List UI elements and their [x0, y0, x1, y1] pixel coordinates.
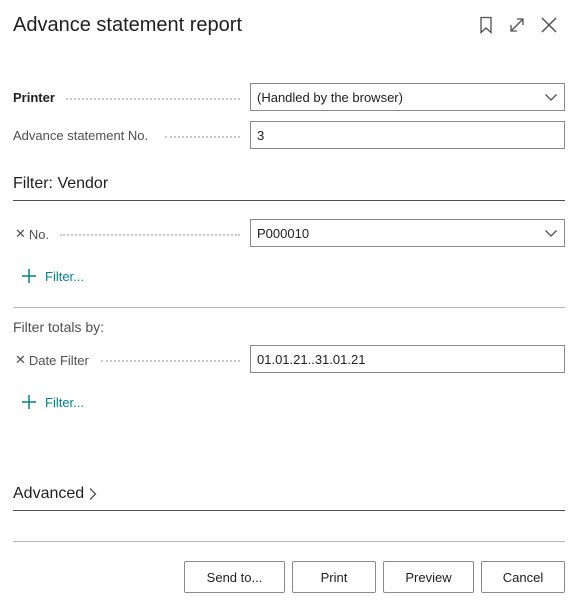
- totals-divider: [13, 307, 565, 308]
- totals-add-filter-label: Filter...: [45, 394, 85, 410]
- vendor-no-select[interactable]: P000010: [250, 219, 565, 247]
- close-icon[interactable]: [539, 15, 559, 35]
- remove-filter-icon[interactable]: ✕: [15, 226, 26, 242]
- chevron-right-icon: [88, 487, 98, 501]
- chevron-down-icon: [544, 226, 558, 240]
- print-button[interactable]: Print: [292, 561, 376, 593]
- statement-no-input[interactable]: 3: [250, 121, 565, 149]
- printer-value: (Handled by the browser): [257, 89, 403, 105]
- printer-select[interactable]: (Handled by the browser): [250, 83, 565, 111]
- date-filter-label: Date Filter: [28, 352, 89, 368]
- date-filter-value: 01.01.21..31.01.21: [257, 351, 366, 367]
- vendor-add-filter-button[interactable]: Filter...: [21, 268, 84, 284]
- dialog-title: Advance statement report: [13, 14, 243, 36]
- advanced-divider: [13, 510, 565, 511]
- printer-label: Printer: [13, 90, 55, 105]
- bookmark-icon[interactable]: [476, 15, 496, 35]
- vendor-no-filter-label: ✕ No.: [15, 226, 49, 242]
- date-filter-label-row: ✕ Date Filter: [15, 352, 89, 368]
- advanced-label: Advanced: [13, 485, 85, 502]
- vendor-add-filter-label: Filter...: [45, 268, 85, 284]
- printer-leader: [66, 98, 240, 100]
- plus-icon: [21, 394, 37, 410]
- preview-button[interactable]: Preview: [383, 561, 474, 593]
- vendor-no-label: No.: [28, 226, 50, 242]
- remove-filter-icon[interactable]: ✕: [15, 352, 26, 368]
- plus-icon: [21, 268, 37, 284]
- vendor-no-value: P000010: [257, 225, 310, 241]
- vendor-filter-divider: [13, 200, 565, 201]
- statement-no-leader: [165, 136, 240, 138]
- vendor-no-leader: [60, 234, 240, 236]
- footer-divider: [13, 541, 565, 542]
- advanced-toggle[interactable]: Advanced: [13, 485, 98, 503]
- send-to-button[interactable]: Send to...: [184, 561, 285, 593]
- chevron-down-icon: [544, 90, 558, 104]
- date-filter-input[interactable]: 01.01.21..31.01.21: [250, 345, 565, 373]
- cancel-button[interactable]: Cancel: [481, 561, 565, 593]
- statement-no-label: Advance statement No.: [13, 128, 149, 143]
- statement-no-value: 3: [257, 127, 265, 143]
- expand-icon[interactable]: [507, 15, 527, 35]
- vendor-filter-title: Filter: Vendor: [13, 175, 109, 192]
- totals-filter-title: Filter totals by:: [13, 319, 105, 335]
- date-filter-leader: [101, 360, 240, 362]
- totals-add-filter-button[interactable]: Filter...: [21, 394, 84, 410]
